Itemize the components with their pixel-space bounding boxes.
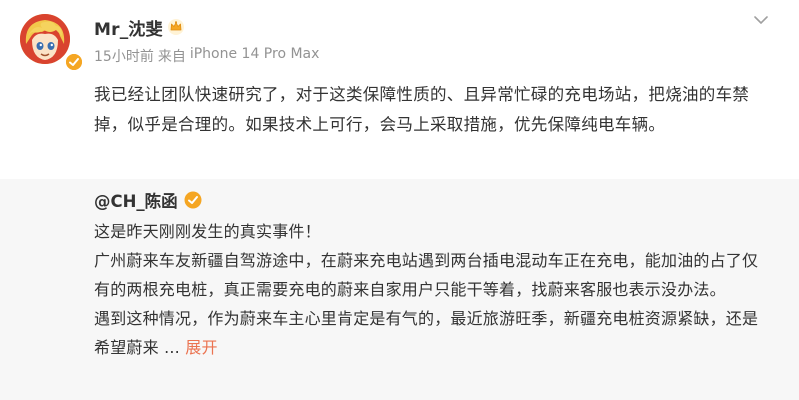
gold-verified-icon [184, 191, 202, 209]
crown-icon[interactable] [167, 18, 185, 36]
avatar[interactable] [20, 14, 70, 64]
anime-avatar-image [20, 14, 70, 64]
repost-paragraph-1: 这是昨天刚刚发生的真实事件！ [94, 222, 321, 241]
source-device: iPhone 14 Pro Max [189, 46, 320, 62]
author-name[interactable]: Mr_沈斐 [94, 15, 163, 40]
repost-author-name[interactable]: @CH_陈函 [94, 188, 178, 212]
source-prefix: 来自 [157, 49, 186, 65]
repost-paragraph-2: 广州蔚来车友新疆自驾游途中，在蔚来充电站遇到两台插电混动车正在充电，能加油的占了… [94, 251, 759, 299]
vip-verified-icon [64, 52, 84, 72]
repost-text: 这是昨天刚刚发生的真实事件！ 广州蔚来车友新疆自驾游途中，在蔚来充电站遇到两台插… [94, 217, 774, 362]
post-text: 我已经让团队快速研究了，对于这类保障性质的、且异常忙碌的充电场站，把烧油的车禁掉… [94, 85, 750, 134]
author-row: Mr_沈斐 [94, 15, 185, 40]
repost-author-row: @CH_陈函 [94, 187, 202, 213]
chevron-down-icon[interactable] [749, 10, 773, 30]
repost-paragraph-3: 遇到这种情况，作为蔚来车主心里肯定是有气的，最近旅游旺季，新疆充电桩资源紧缺，还… [94, 304, 774, 362]
post-meta: 15小时前 来自 iPhone 14 Pro Max [94, 46, 319, 66]
expand-link[interactable]: 展开 [185, 338, 217, 357]
post-time[interactable]: 15小时前 [94, 46, 154, 66]
weibo-post: Mr_沈斐 15小时前 来自 iPhone 14 Pro Max 我已经让团队快… [0, 0, 799, 400]
repost-card[interactable]: @CH_陈函 这是昨天刚刚发生的真实事件！ 广州蔚来车友新疆自驾游途中，在蔚来充… [0, 179, 799, 400]
